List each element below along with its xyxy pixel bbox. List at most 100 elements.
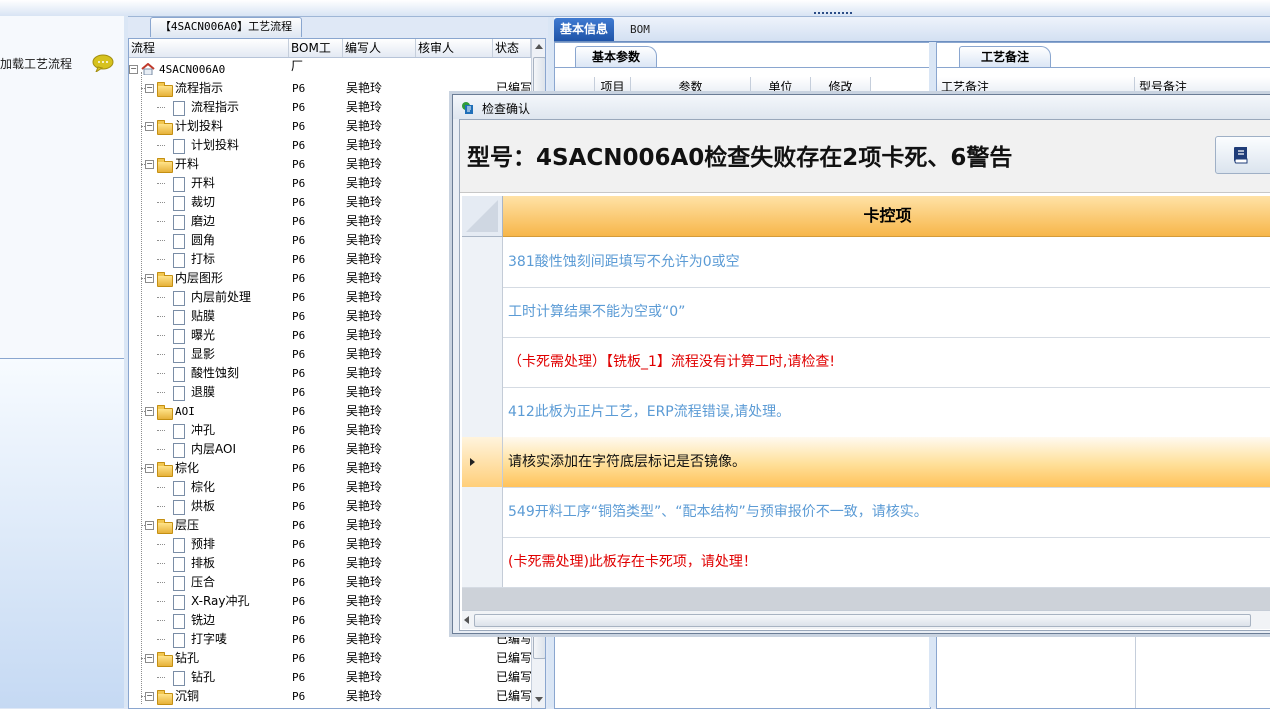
tree-connector	[157, 107, 165, 108]
check-item-row[interactable]: （卡死需处理）【铣板_1】流程没有计算工时,请检查!	[462, 337, 1270, 388]
check-item-text: 412此板为正片工艺，ERP流程错误,请处理。	[508, 404, 791, 420]
row-selector[interactable]	[462, 537, 503, 587]
tree-node-label: 磨边	[191, 214, 216, 228]
tree-node-label: 压合	[191, 575, 216, 589]
tree-collapse-toggle[interactable]: −	[145, 84, 154, 93]
bom-factory-cell: P6	[292, 462, 306, 475]
horizontal-scroll-thumb[interactable]	[474, 614, 1251, 627]
status-cell: 已编写	[496, 651, 531, 665]
grid-corner[interactable]	[462, 196, 503, 237]
check-item-row[interactable]: 549开料工序“铜箔类型”、“配本结构”与预审报价不一致，请核实。	[462, 487, 1270, 538]
tab-process-notes[interactable]: 工艺备注	[959, 46, 1051, 67]
bom-factory-cell: P6	[292, 101, 306, 114]
reviewer-cell	[419, 60, 491, 79]
grid-column-header-control-items[interactable]: 卡控项	[503, 196, 1270, 237]
row-selector[interactable]	[462, 337, 503, 387]
tree-collapse-toggle[interactable]: −	[129, 65, 138, 74]
tree-row[interactable]: 钻孔 P6 吴艳玲 已编写	[129, 668, 531, 687]
col-author[interactable]: 编写人	[343, 39, 416, 57]
check-item-row[interactable]: 412此板为正片工艺，ERP流程错误,请处理。	[462, 387, 1270, 438]
tree-node-label: 圆角	[191, 233, 216, 247]
document-icon	[173, 500, 185, 515]
author-cell: 吴艳玲	[346, 689, 383, 703]
author-cell: 吴艳玲	[346, 594, 383, 608]
tree-node-label: 预排	[191, 537, 216, 551]
author-cell: 吴艳玲	[346, 651, 383, 665]
dialog-title-bar[interactable]	[453, 95, 1270, 119]
tree-row[interactable]: − 钻孔 P6 吴艳玲 已编写	[129, 649, 531, 668]
tree-connector	[157, 620, 165, 621]
tree-collapse-toggle[interactable]: −	[145, 692, 154, 701]
tree-node-label: 内层前处理	[191, 290, 252, 304]
document-icon	[173, 671, 185, 686]
tree-node-label: 打标	[191, 252, 216, 266]
tab-bom[interactable]: BOM	[624, 18, 656, 41]
row-selector[interactable]	[462, 237, 503, 287]
check-item-row[interactable]: 请核实添加在字符底层标记是否镜像。	[462, 437, 1270, 488]
load-process-flow-link[interactable]: 加载工艺流程	[0, 55, 72, 72]
tree-node-label: 开料	[191, 176, 216, 190]
row-selector[interactable]	[462, 437, 503, 487]
bom-factory-cell: P6	[292, 348, 306, 361]
tree-connector	[157, 145, 165, 146]
check-item-row[interactable]: (卡死需处理)此板存在卡死项，请处理！	[462, 537, 1270, 588]
document-icon	[173, 291, 185, 306]
tree-connector	[157, 240, 165, 241]
author-cell: 吴艳玲	[346, 480, 383, 494]
tree-node-label: 裁切	[191, 195, 216, 209]
window-top-bar	[0, 0, 1270, 17]
bom-factory-cell: P6	[292, 196, 306, 209]
tree-collapse-toggle[interactable]: −	[145, 122, 154, 131]
bom-factory-cell: P6	[292, 215, 306, 228]
tree-node-label: 层压	[175, 518, 200, 532]
tree-node-label: 棕化	[191, 480, 216, 494]
status-cell	[496, 60, 531, 79]
scroll-left-arrow[interactable]	[464, 616, 469, 624]
col-flow[interactable]: 流程	[129, 39, 289, 57]
author-cell: 吴艳玲	[346, 461, 383, 475]
tree-collapse-toggle[interactable]: −	[145, 274, 154, 283]
folder-icon	[157, 158, 173, 173]
tree-node-label: 烘板	[191, 499, 216, 513]
check-item-row[interactable]: 工时计算结果不能为空或“0”	[462, 287, 1270, 338]
document-icon	[173, 310, 185, 325]
tree-collapse-toggle[interactable]: −	[145, 160, 154, 169]
current-row-arrow-icon	[470, 458, 475, 466]
row-selector[interactable]	[462, 487, 503, 537]
row-selector[interactable]	[462, 387, 503, 437]
tree-node-label: 打字唛	[191, 632, 228, 646]
tree-node-label: 钻孔	[175, 651, 200, 665]
tab-basic-info[interactable]: 基本信息	[554, 18, 615, 41]
col-reviewer[interactable]: 核审人	[416, 39, 493, 57]
bom-factory-cell: P6	[292, 120, 306, 133]
author-cell: 吴艳玲	[346, 119, 383, 133]
check-item-text: (卡死需处理)此板存在卡死项，请处理！	[508, 554, 757, 570]
col-status[interactable]: 状态	[493, 39, 531, 57]
author-cell: 吴艳玲	[346, 632, 383, 646]
author-cell: 吴艳玲	[346, 271, 383, 285]
tree-node-label: 开料	[175, 157, 200, 171]
bom-factory-cell: P6	[292, 576, 306, 589]
row-selector[interactable]	[462, 287, 503, 337]
help-book-button[interactable]	[1215, 136, 1270, 174]
check-item-text: 工时计算结果不能为空或“0”	[508, 304, 686, 320]
tree-collapse-toggle[interactable]: −	[145, 521, 154, 530]
tree-row[interactable]: − 沉铜 P6 吴艳玲 已编写	[129, 687, 531, 706]
author-cell: 吴艳玲	[346, 556, 383, 570]
bom-factory-cell: P6	[292, 82, 306, 95]
splitter-grip[interactable]	[800, 10, 866, 16]
grid-horizontal-scrollbar[interactable]	[462, 610, 1270, 629]
tree-connector	[157, 677, 165, 678]
tree-collapse-toggle[interactable]: −	[145, 407, 154, 416]
tree-collapse-toggle[interactable]: −	[145, 654, 154, 663]
col-bom-factory[interactable]: BOM工厂	[289, 39, 343, 73]
process-flow-tab[interactable]: 【4SACN006A0】工艺流程	[150, 17, 302, 37]
folder-icon	[157, 690, 173, 705]
chat-bubble-icon[interactable]	[92, 54, 114, 72]
author-cell: 吴艳玲	[346, 195, 383, 209]
tree-collapse-toggle[interactable]: −	[145, 464, 154, 473]
tab-basic-parameters[interactable]: 基本参数	[575, 46, 657, 67]
tree-row[interactable]: − 4SACN006A0	[129, 60, 531, 79]
check-item-row[interactable]: 381酸性蚀刻间距填写不允许为0或空	[462, 237, 1270, 288]
home-icon	[141, 63, 155, 75]
